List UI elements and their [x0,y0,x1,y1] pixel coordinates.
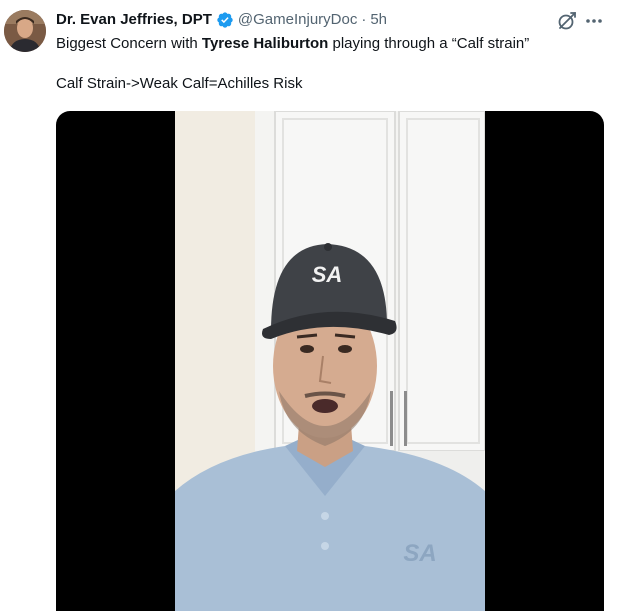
cap-logo: SA [312,262,343,287]
tweet-text-prefix: Biggest Concern with [56,35,202,52]
video-player[interactable]: SA SA [56,111,604,611]
separator-dot: · [361,11,367,28]
video-frame: SA SA [175,111,485,611]
more-options-icon[interactable] [583,10,605,32]
author-avatar[interactable] [4,10,46,52]
tweet-text: Biggest Concern with Tyrese Haliburton p… [56,34,608,94]
tweet-text-suffix: playing through a “Calf strain” [328,35,530,52]
tweet: Dr. Evan Jeffries, DPT @GameInjuryDoc · … [0,0,624,611]
tweet-text-line-1: Biggest Concern with Tyrese Haliburton p… [56,34,608,54]
grok-icon[interactable] [556,10,578,32]
tweet-text-line-2: Calf Strain->Weak Calf=Achilles Risk [56,75,303,92]
author-handle[interactable]: @GameInjuryDoc [238,10,357,30]
verified-badge-icon [216,11,234,29]
tweet-timestamp[interactable]: 5h [370,10,387,30]
tweet-header: Dr. Evan Jeffries, DPT @GameInjuryDoc · … [56,10,387,30]
shirt-logo: SA [403,540,436,567]
author-display-name[interactable]: Dr. Evan Jeffries, DPT [56,10,212,30]
tweet-text-mention: Tyrese Haliburton [201,35,329,52]
